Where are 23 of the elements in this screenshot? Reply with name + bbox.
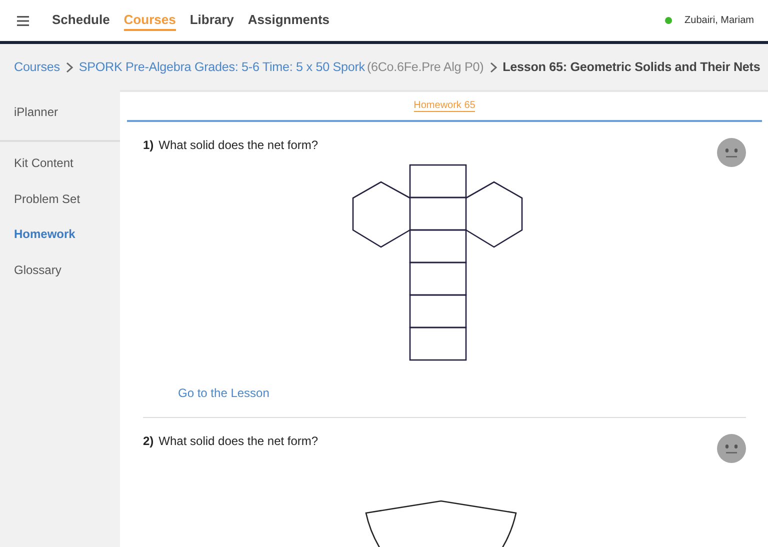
breadcrumb-link[interactable]: Courses bbox=[14, 60, 60, 74]
question-text: What solid does the net form? bbox=[158, 434, 318, 448]
sidebar-item[interactable]: Kit Content bbox=[0, 156, 120, 173]
breadcrumb-current: Lesson 65: Geometric Solids and Their Nets bbox=[502, 60, 760, 74]
question-number: 1) bbox=[143, 138, 154, 152]
question-text: What solid does the net form? bbox=[158, 138, 318, 152]
sidebar-item[interactable]: Homework bbox=[0, 227, 120, 244]
breadcrumb-note: (6Co.6Fe.Pre Alg P0) bbox=[366, 60, 484, 74]
neutral-face-icon[interactable] bbox=[717, 434, 746, 463]
question-number: 2) bbox=[143, 434, 154, 448]
lesson-link[interactable]: Go to the Lesson bbox=[178, 386, 746, 400]
sidebar-item[interactable]: Problem Set bbox=[0, 192, 120, 208]
neutral-face-icon[interactable] bbox=[717, 138, 746, 167]
chevron-icon bbox=[66, 62, 73, 72]
sidebar-item[interactable]: iPlanner bbox=[0, 105, 120, 122]
nav-link[interactable]: Schedule bbox=[52, 10, 110, 31]
menu-icon[interactable] bbox=[17, 16, 29, 26]
nav-link[interactable]: Assignments bbox=[248, 10, 330, 31]
nav-link[interactable]: Library bbox=[190, 10, 234, 31]
chevron-icon bbox=[490, 62, 497, 72]
user-name[interactable]: Zubairi, Mariam bbox=[684, 15, 754, 26]
sidebar-item[interactable]: Glossary bbox=[0, 262, 120, 280]
breadcrumb-link[interactable]: SPORK Pre-Algebra Grades: 5-6 Time: 5 x 50 Spork bbox=[78, 60, 365, 74]
